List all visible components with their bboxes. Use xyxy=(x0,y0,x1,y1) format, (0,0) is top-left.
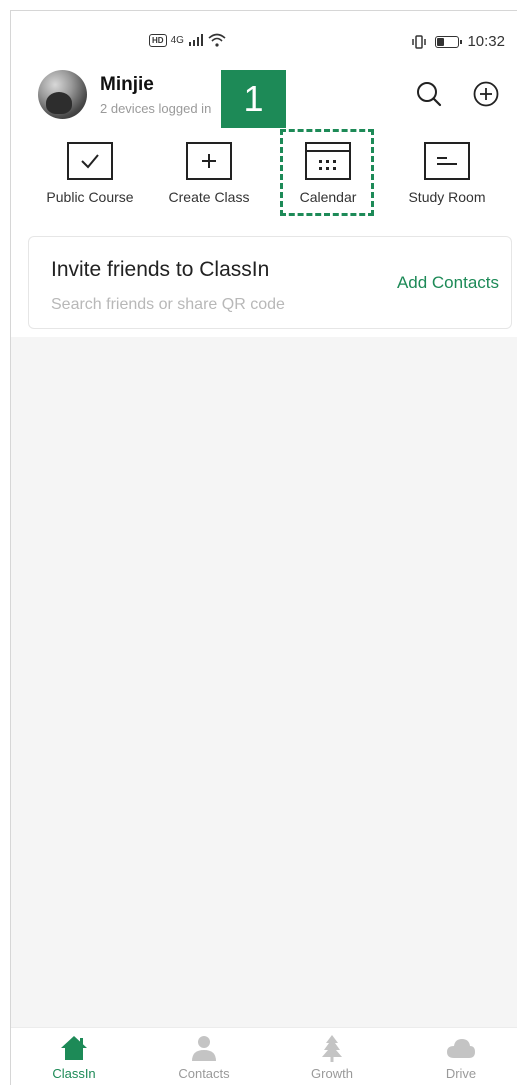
status-bar: HD 4G 10:32 xyxy=(11,11,517,69)
nav-label-drive: Drive xyxy=(445,1066,477,1081)
user-name[interactable]: Minjie xyxy=(100,74,154,96)
nav-label-growth: Growth xyxy=(311,1066,353,1081)
add-icon[interactable] xyxy=(471,79,501,109)
signal-icon xyxy=(188,34,203,46)
public-course-label: Public Course xyxy=(46,189,134,205)
plus-box-icon xyxy=(186,142,232,180)
checkbox-icon xyxy=(67,142,113,180)
nav-classin[interactable]: ClassIn xyxy=(11,1028,137,1085)
battery-fill xyxy=(437,37,445,46)
create-class-button[interactable]: Create Class xyxy=(149,142,269,205)
nav-drive[interactable]: Drive xyxy=(398,1028,517,1085)
person-icon xyxy=(192,1036,216,1061)
invite-card[interactable]: Invite friends to ClassIn Search friends… xyxy=(28,236,512,329)
battery-icon xyxy=(435,35,463,48)
nav-contacts[interactable]: Contacts xyxy=(141,1028,267,1085)
study-room-button[interactable]: Study Room xyxy=(387,142,507,205)
public-course-button[interactable]: Public Course xyxy=(30,142,150,205)
bottom-nav: ClassIn Contacts Growth Drive xyxy=(11,1027,517,1085)
devices-logged-in[interactable]: 2 devices logged in xyxy=(100,101,211,116)
status-time: 10:32 xyxy=(467,33,505,50)
nav-label-contacts: Contacts xyxy=(178,1066,230,1081)
phone-screen: HD 4G 10:32 Minjie 2 devices logged in 1… xyxy=(10,10,517,1085)
nav-growth[interactable]: Growth xyxy=(269,1028,395,1085)
status-left: HD 4G xyxy=(149,33,226,47)
cloud-icon xyxy=(447,1039,475,1058)
tree-icon xyxy=(322,1035,342,1062)
nav-label-classin: ClassIn xyxy=(52,1066,96,1081)
invite-subtitle: Search friends or share QR code xyxy=(51,296,285,313)
hd-badge: HD xyxy=(149,33,167,47)
calendar-highlight-box xyxy=(280,129,374,216)
vibrate-icon xyxy=(412,34,427,49)
home-icon xyxy=(61,1036,87,1060)
network-label: 4G xyxy=(170,34,184,46)
add-contacts-button[interactable]: Add Contacts xyxy=(397,273,499,293)
search-icon[interactable] xyxy=(414,79,444,109)
create-class-label: Create Class xyxy=(168,189,250,205)
study-room-label: Study Room xyxy=(408,189,486,205)
status-right: 10:32 xyxy=(411,33,505,50)
avatar[interactable] xyxy=(38,70,87,119)
empty-content-area xyxy=(11,337,517,1027)
step-badge: 1 xyxy=(221,70,286,128)
note-icon xyxy=(424,142,470,180)
invite-title: Invite friends to ClassIn xyxy=(51,258,270,281)
wifi-icon xyxy=(208,33,226,47)
